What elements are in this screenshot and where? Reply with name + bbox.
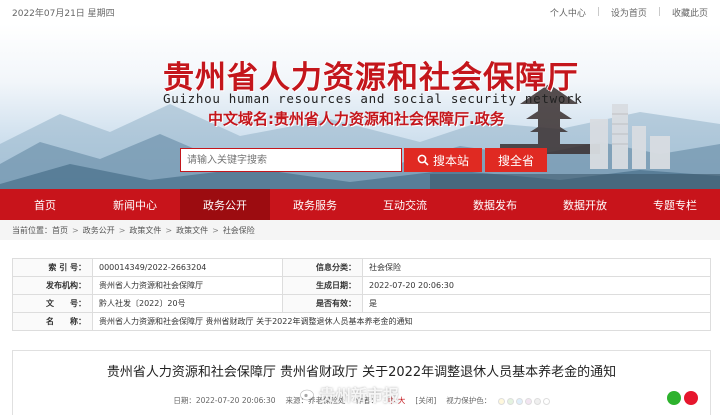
document-metadata-table: 索 引 号： 000014349/2022-2663204 信息分类： 社会保险… <box>12 258 711 331</box>
table-row: 索 引 号： 000014349/2022-2663204 信息分类： 社会保险 <box>12 258 711 277</box>
category-label: 信息分类： <box>282 258 363 277</box>
set-homepage-link[interactable]: 设为首页 <box>611 6 647 19</box>
article-date: 日期：2022-07-20 20:06:30 <box>173 396 276 405</box>
nav-item-interaction[interactable]: 互动交流 <box>360 189 450 220</box>
table-row: 名 称： 贵州省人力资源和社会保障厅 贵州省财政厅 关于2022年调整退休人员基… <box>12 312 711 331</box>
article-title: 贵州省人力资源和社会保障厅 贵州省财政厅 关于2022年调整退休人员基本养老金的… <box>106 365 617 380</box>
current-date: 2022年07月21日 星期四 <box>12 8 115 19</box>
breadcrumb-home[interactable]: 首页 <box>52 225 68 236</box>
nav-item-home[interactable]: 首页 <box>0 189 90 220</box>
close-link[interactable]: [关闭] <box>415 395 436 406</box>
publisher-label: 发布机构： <box>12 276 93 295</box>
nav-item-open-data[interactable]: 数据开放 <box>540 189 630 220</box>
breadcrumb-separator: > <box>212 225 219 235</box>
bookmark-link[interactable]: 收藏此页 <box>672 6 708 19</box>
doc-number-label: 文 号： <box>12 294 93 313</box>
eye-protection-text: 视力保护色： <box>446 396 492 405</box>
chinese-domain-name: 中文域名:贵州省人力资源和社会保障厅.政务 <box>208 110 505 128</box>
index-label: 索 引 号： <box>12 258 93 277</box>
search-site-button[interactable]: 搜本站 <box>404 148 482 172</box>
search-site-label: 搜本站 <box>432 153 469 168</box>
top-links: 个人中心 | 设为首页 | 收藏此页 <box>550 6 708 19</box>
category-value: 社会保险 <box>362 258 711 277</box>
header-banner: 贵州省人力资源和社会保障厅 Guizhou human resources an… <box>0 24 720 189</box>
validity-value: 是 <box>362 294 711 313</box>
nav-item-news[interactable]: 新闻中心 <box>90 189 180 220</box>
breadcrumb-separator: > <box>72 225 79 235</box>
breadcrumb: 当前位置： 首页 > 政务公开 > 政策文件 > 政策文件 > 社会保险 <box>0 220 720 240</box>
breadcrumb-gov-affairs[interactable]: 政务公开 <box>83 225 115 236</box>
nav-item-topics[interactable]: 专题专栏 <box>630 189 720 220</box>
publisher-value: 贵州省人力资源和社会保障厅 <box>92 276 283 295</box>
breadcrumb-social-insurance[interactable]: 社会保险 <box>223 225 255 236</box>
eye-protection-label: 视力保护色： <box>446 395 550 406</box>
validity-label: 是否有效： <box>282 294 363 313</box>
font-size-large[interactable]: 大 <box>398 396 406 405</box>
table-row: 发布机构： 贵州省人力资源和社会保障厅 生成日期： 2022-07-20 20:… <box>12 276 711 295</box>
nav-item-services[interactable]: 政务服务 <box>270 189 360 220</box>
breadcrumb-separator: > <box>118 225 126 235</box>
breadcrumb-policy-docs-2[interactable]: 政策文件 <box>176 225 208 236</box>
name-value: 贵州省人力资源和社会保障厅 贵州省财政厅 关于2022年调整退休人员基本养老金的… <box>92 312 711 331</box>
wechat-share-icon[interactable] <box>667 391 681 405</box>
breadcrumb-label: 当前位置： <box>12 225 52 235</box>
breadcrumb-separator: > <box>165 225 173 235</box>
watermark: 贵州新市报 <box>300 382 399 406</box>
search-input[interactable] <box>180 148 402 172</box>
search-province-button[interactable]: 搜全省 <box>485 148 547 172</box>
created-date-value: 2022-07-20 20:06:30 <box>362 276 711 295</box>
main-nav: 首页 新闻中心 政务公开 政务服务 互动交流 数据发布 数据开放 专题专栏 <box>0 189 720 220</box>
swatch-yellow[interactable] <box>497 397 505 405</box>
divider: | <box>657 7 661 17</box>
divider: | <box>596 7 600 17</box>
nav-item-gov-affairs[interactable]: 政务公开 <box>180 189 270 220</box>
color-swatches <box>497 397 550 405</box>
swatch-gray[interactable] <box>533 397 541 405</box>
share-icons <box>667 391 698 405</box>
swatch-pink[interactable] <box>524 397 532 405</box>
index-value: 000014349/2022-2663204 <box>92 258 283 277</box>
watermark-text: 贵州新市报 <box>319 386 400 405</box>
weibo-logo-icon <box>300 389 314 401</box>
weibo-share-icon[interactable] <box>684 391 698 405</box>
swatch-white[interactable] <box>542 397 550 405</box>
top-bar: 2022年07月21日 星期四 个人中心 | 设为首页 | 收藏此页 <box>0 0 720 24</box>
personal-center-link[interactable]: 个人中心 <box>550 6 586 19</box>
swatch-blue[interactable] <box>515 397 523 405</box>
swatch-green[interactable] <box>506 397 514 405</box>
table-row: 文 号： 黔人社发〔2022〕20号 是否有效： 是 <box>12 294 711 313</box>
breadcrumb-policy-docs[interactable]: 政策文件 <box>129 225 161 236</box>
site-subtitle-english: Guizhou human resources and social secur… <box>163 91 583 106</box>
nav-item-data-release[interactable]: 数据发布 <box>450 189 540 220</box>
doc-number-value: 黔人社发〔2022〕20号 <box>92 294 283 313</box>
search-icon <box>417 154 429 166</box>
created-date-label: 生成日期： <box>282 276 363 295</box>
name-label: 名 称： <box>12 312 93 331</box>
